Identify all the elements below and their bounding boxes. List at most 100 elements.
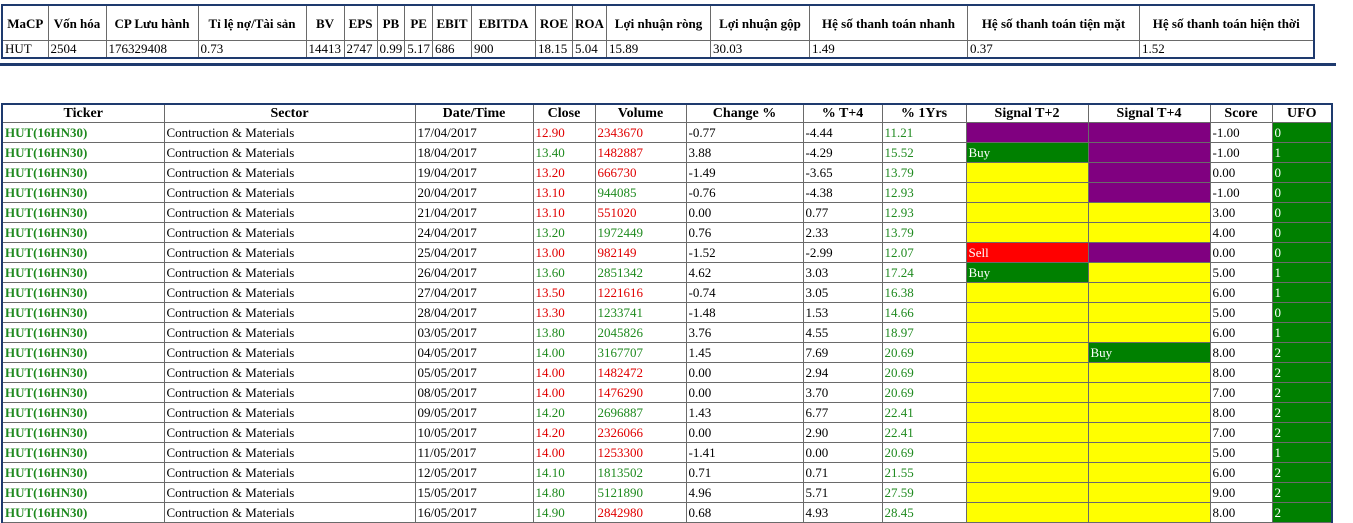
ticker-cell[interactable]: HUT(16HN30) [1, 402, 165, 423]
signal-col-header[interactable]: % T+4 [802, 103, 883, 123]
ticker-cell[interactable]: HUT(16HN30) [1, 142, 165, 163]
signal-col-header[interactable]: Volume [594, 103, 687, 123]
table-row[interactable]: HUT(16HN30) Contruction & Materials 21/04/… [1, 202, 1333, 223]
ticker-cell[interactable]: HUT(16HN30) [1, 282, 165, 303]
ticker-cell[interactable]: HUT(16HN30) [1, 502, 165, 523]
signal-col-header[interactable]: Change % [685, 103, 804, 123]
ticker-cell[interactable]: HUT(16HN30) [1, 462, 165, 483]
signal-t2-cell [965, 482, 1089, 503]
volume-cell: 1972449 [594, 222, 687, 243]
close-cell: 14.80 [532, 482, 596, 503]
sector-cell: Contruction & Materials [163, 282, 416, 303]
sector-cell: Contruction & Materials [163, 422, 416, 443]
ticker-cell[interactable]: HUT(16HN30) [1, 242, 165, 263]
signal-t2-cell [965, 442, 1089, 463]
summary-col-header: EBITDA [471, 4, 536, 41]
ticker-cell[interactable]: HUT(16HN30) [1, 322, 165, 343]
t4-cell: 0.00 [802, 442, 883, 463]
table-row[interactable]: HUT(16HN30) Contruction & Materials 11/05/… [1, 442, 1333, 463]
ticker-cell[interactable]: HUT(16HN30) [1, 182, 165, 203]
score-cell: 8.00 [1209, 342, 1273, 363]
ticker-cell[interactable]: HUT(16HN30) [1, 162, 165, 183]
table-row[interactable]: HUT(16HN30) Contruction & Materials 17/04/… [1, 122, 1333, 143]
date-cell: 24/04/2017 [414, 222, 534, 243]
sector-cell: Contruction & Materials [163, 182, 416, 203]
ufo-cell: 2 [1271, 462, 1333, 483]
summary-table: MaCP Vốn hóa CP Lưu hành Tỉ lệ nợ/Tài sản BV… [1, 4, 1315, 59]
change-cell: -1.48 [685, 302, 804, 323]
table-row[interactable]: HUT(16HN30) Contruction & Materials 26/04/… [1, 262, 1333, 283]
signal-col-header[interactable]: Ticker [1, 103, 165, 123]
table-row[interactable]: HUT(16HN30) Contruction & Materials 28/04/… [1, 302, 1333, 323]
sector-cell: Contruction & Materials [163, 142, 416, 163]
signal-header-row: Ticker Sector Date/Time Close Volume Change %… [1, 103, 1333, 123]
yr-cell: 20.69 [881, 442, 967, 463]
score-cell: -1.00 [1209, 182, 1273, 203]
signal-col-header[interactable]: UFO [1271, 103, 1333, 123]
t4-cell: 3.70 [802, 382, 883, 403]
table-row[interactable]: HUT(16HN30) Contruction & Materials 10/05/… [1, 422, 1333, 443]
signal-col-header[interactable]: Close [532, 103, 596, 123]
date-cell: 10/05/2017 [414, 422, 534, 443]
ticker-cell[interactable]: HUT(16HN30) [1, 262, 165, 283]
ufo-cell: 1 [1271, 142, 1333, 163]
sector-cell: Contruction & Materials [163, 162, 416, 183]
ticker-cell[interactable]: HUT(16HN30) [1, 202, 165, 223]
signal-col-header[interactable]: Date/Time [414, 103, 534, 123]
table-row[interactable]: HUT(16HN30) Contruction & Materials 04/05/… [1, 342, 1333, 363]
volume-cell: 666730 [594, 162, 687, 183]
volume-cell: 2842980 [594, 502, 687, 523]
table-row[interactable]: HUT(16HN30) Contruction & Materials 20/04/… [1, 182, 1333, 203]
table-row[interactable]: HUT(16HN30) Contruction & Materials 08/05/… [1, 382, 1333, 403]
ticker-cell[interactable]: HUT(16HN30) [1, 362, 165, 383]
signal-col-header[interactable]: Score [1209, 103, 1273, 123]
signal-t4-cell [1087, 462, 1211, 483]
table-row[interactable]: HUT(16HN30) Contruction & Materials 25/04/… [1, 242, 1333, 263]
close-cell: 14.00 [532, 382, 596, 403]
ticker-cell[interactable]: HUT(16HN30) [1, 442, 165, 463]
summary-values-row: HUT 2504 176329408 0.73 14413 2747 0.99 5.17 686… [1, 40, 1314, 59]
close-cell: 14.00 [532, 442, 596, 463]
summary-cell: 176329408 [105, 40, 199, 59]
yr-cell: 18.97 [881, 322, 967, 343]
close-cell: 13.40 [532, 142, 596, 163]
ticker-cell[interactable]: HUT(16HN30) [1, 342, 165, 363]
summary-cell: 686 [432, 40, 472, 59]
t4-cell: 2.94 [802, 362, 883, 383]
date-cell: 27/04/2017 [414, 282, 534, 303]
ufo-cell: 2 [1271, 422, 1333, 443]
table-row[interactable]: HUT(16HN30) Contruction & Materials 16/05/… [1, 502, 1333, 523]
t4-cell: -4.29 [802, 142, 883, 163]
ufo-cell: 0 [1271, 122, 1333, 143]
table-row[interactable]: HUT(16HN30) Contruction & Materials 15/05/… [1, 482, 1333, 503]
signal-col-header[interactable]: Sector [163, 103, 416, 123]
table-row[interactable]: HUT(16HN30) Contruction & Materials 19/04/… [1, 162, 1333, 183]
change-cell: 3.88 [685, 142, 804, 163]
table-row[interactable]: HUT(16HN30) Contruction & Materials 24/04/… [1, 222, 1333, 243]
table-row[interactable]: HUT(16HN30) Contruction & Materials 03/05/… [1, 322, 1333, 343]
date-cell: 26/04/2017 [414, 262, 534, 283]
close-cell: 13.20 [532, 222, 596, 243]
ticker-cell[interactable]: HUT(16HN30) [1, 422, 165, 443]
score-cell: 0.00 [1209, 162, 1273, 183]
volume-cell: 1813502 [594, 462, 687, 483]
signal-t4-cell [1087, 142, 1211, 163]
table-row[interactable]: HUT(16HN30) Contruction & Materials 09/05/… [1, 402, 1333, 423]
table-row[interactable]: HUT(16HN30) Contruction & Materials 12/05/… [1, 462, 1333, 483]
ticker-cell[interactable]: HUT(16HN30) [1, 222, 165, 243]
signal-col-header[interactable]: Signal T+2 [965, 103, 1089, 123]
ticker-cell[interactable]: HUT(16HN30) [1, 482, 165, 503]
signal-col-header[interactable]: % 1Yrs [881, 103, 967, 123]
signal-col-header[interactable]: Signal T+4 [1087, 103, 1211, 123]
ticker-cell[interactable]: HUT(16HN30) [1, 302, 165, 323]
signal-t4-cell [1087, 262, 1211, 283]
t4-cell: -3.65 [802, 162, 883, 183]
ticker-cell[interactable]: HUT(16HN30) [1, 122, 165, 143]
sector-cell: Contruction & Materials [163, 122, 416, 143]
table-row[interactable]: HUT(16HN30) Contruction & Materials 18/04/… [1, 142, 1333, 163]
table-row[interactable]: HUT(16HN30) Contruction & Materials 27/04/… [1, 282, 1333, 303]
score-cell: 6.00 [1209, 322, 1273, 343]
ticker-cell[interactable]: HUT(16HN30) [1, 382, 165, 403]
table-row[interactable]: HUT(16HN30) Contruction & Materials 05/05/… [1, 362, 1333, 383]
change-cell: 0.71 [685, 462, 804, 483]
